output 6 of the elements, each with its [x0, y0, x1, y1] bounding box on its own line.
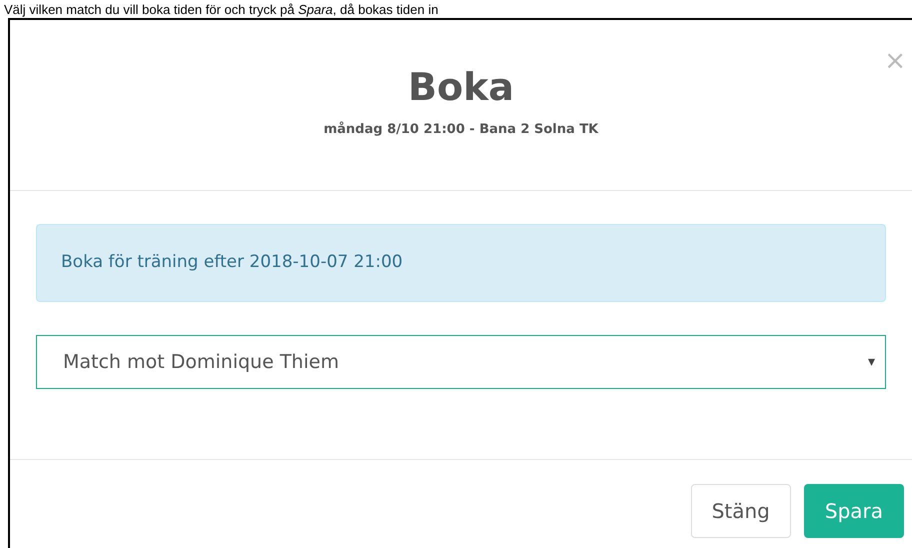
instruction-text: Välj vilken match du vill boka tiden för och tryck på Spara, då bokas tiden in: [4, 2, 438, 18]
modal-subtitle: måndag 8/10 21:00 - Bana 2 Solna TK: [324, 120, 598, 139]
info-alert: Boka för träning efter 2018-10-07 21:00: [36, 224, 886, 302]
close-dialog-button[interactable]: Stäng: [690, 484, 791, 538]
match-select[interactable]: Match mot Dominique Thiem ▾: [36, 335, 886, 389]
modal-title: Boka: [408, 64, 514, 110]
